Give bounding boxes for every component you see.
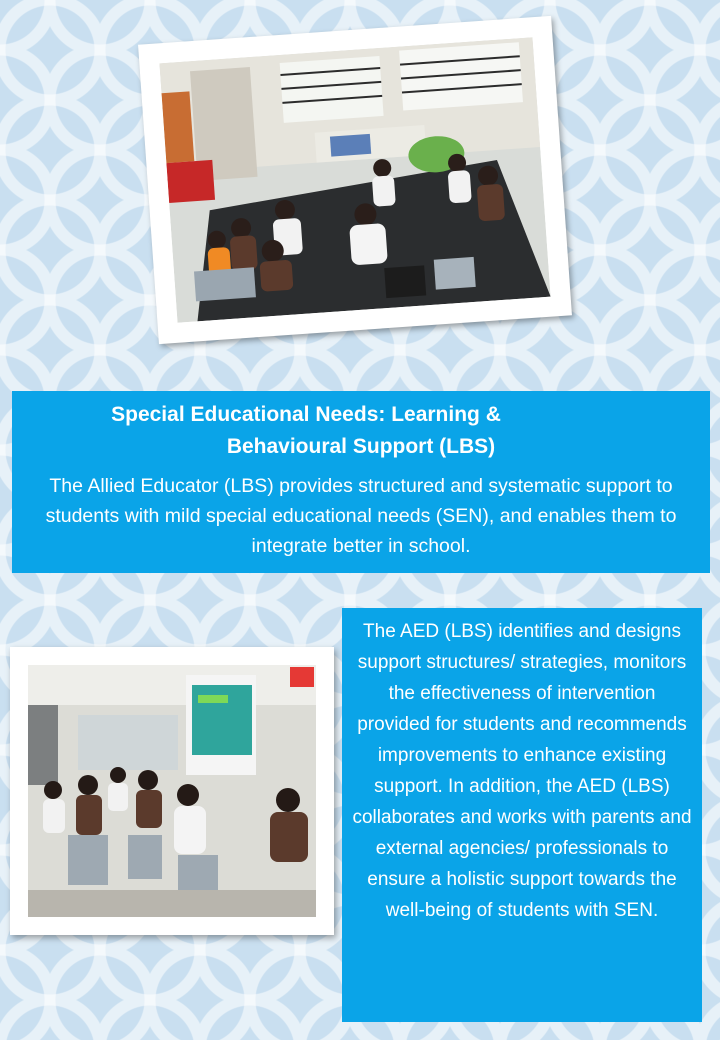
banner-title-line2: Behavioural Support (LBS) — [226, 435, 496, 458]
top-photo-frame — [138, 15, 572, 345]
aed-description-box: The AED (LBS) identifies and designs sup… — [342, 608, 702, 1022]
banner-body: The Allied Educator (LBS) provides struc… — [45, 475, 677, 557]
classroom-image — [28, 665, 316, 917]
bottom-photo-frame — [10, 647, 334, 935]
banner-title: Special Educational Needs: Learning & Be… — [26, 399, 696, 463]
bottom-photo — [28, 665, 316, 917]
lbs-banner: Special Educational Needs: Learning & Be… — [12, 391, 710, 573]
students-circle-image — [159, 37, 551, 323]
aed-description-text: The AED (LBS) identifies and designs sup… — [352, 621, 692, 921]
banner-title-line1: Special Educational Needs: Learning & — [111, 403, 501, 426]
top-photo — [159, 37, 551, 323]
